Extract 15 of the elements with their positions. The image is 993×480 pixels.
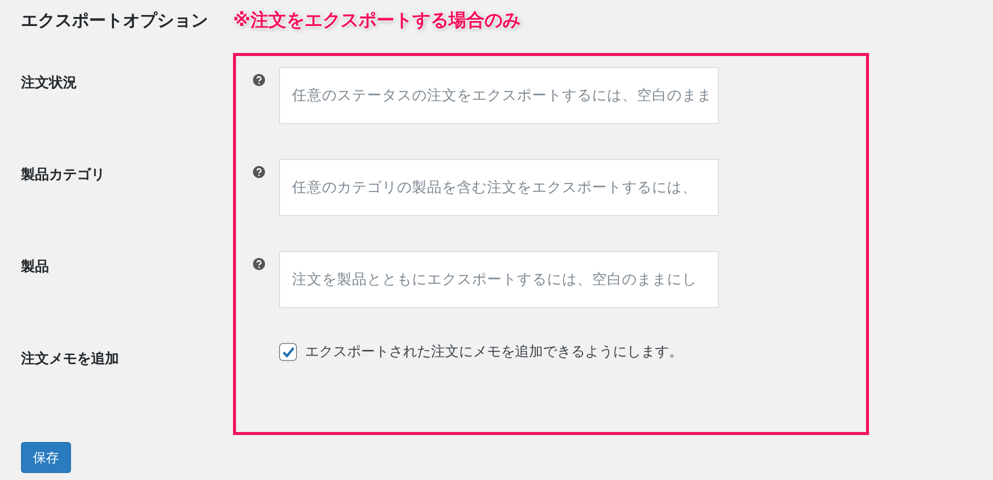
input-field[interactable]: 任意のステータスの注文をエクスポートするには、空白のまま	[279, 67, 719, 124]
help-icon[interactable]	[253, 258, 265, 270]
option-label: 製品カテゴリ	[21, 167, 105, 183]
save-button[interactable]: 保存	[21, 442, 71, 473]
checkbox[interactable]	[279, 343, 297, 361]
option-label: 製品	[21, 259, 49, 275]
option-label: 注文メモを追加	[21, 351, 119, 367]
option-label: 注文状況	[21, 75, 77, 91]
section-heading: エクスポートオプション	[21, 10, 209, 32]
help-icon[interactable]	[253, 74, 265, 86]
annotation-text: ※注文をエクスポートする場合のみ	[233, 9, 520, 32]
input-field[interactable]: 注文を製品とともにエクスポートするには、空白のままにし	[279, 251, 719, 308]
help-icon[interactable]	[253, 166, 265, 178]
checkbox-label: エクスポートされた注文にメモを追加できるようにします。	[305, 343, 683, 361]
input-field[interactable]: 任意のカテゴリの製品を含む注文をエクスポートするには、	[279, 159, 719, 216]
